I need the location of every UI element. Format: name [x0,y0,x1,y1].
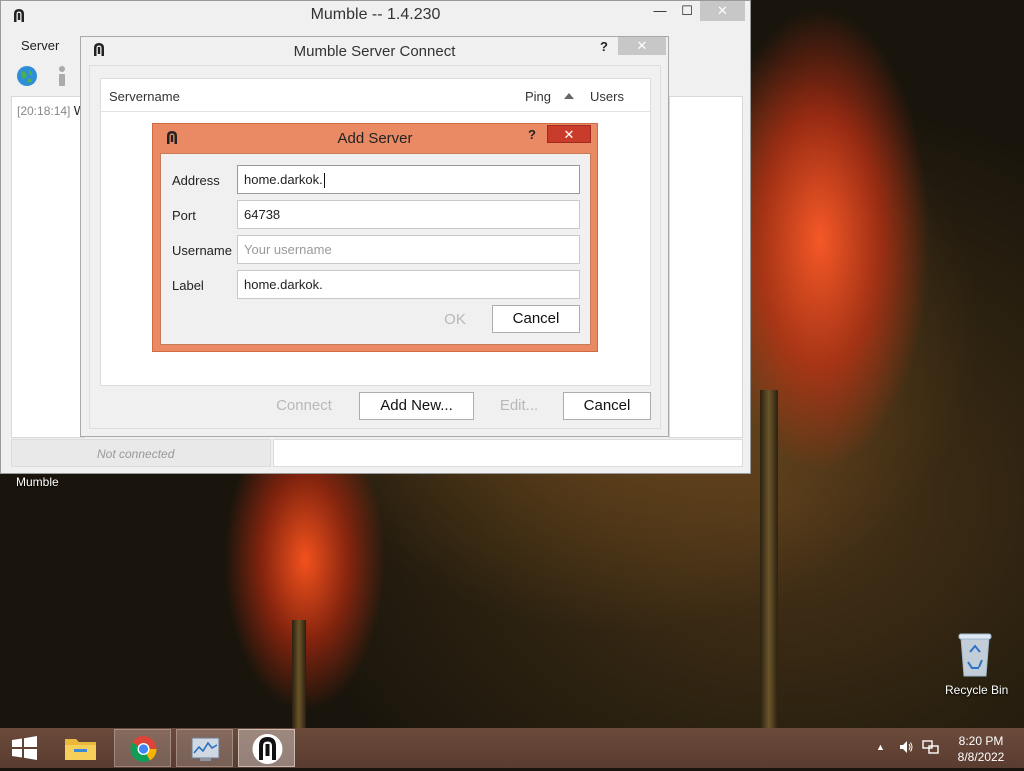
clock-time: 8:20 PM [958,734,1004,748]
address-input[interactable]: home.darkok. [237,165,580,194]
recycle-bin-label[interactable]: Recycle Bin [945,683,1008,697]
add-help-button[interactable]: ? [528,127,536,142]
log-panel: [20:18:14] W [11,96,86,438]
info-icon[interactable] [51,65,73,87]
edit-button[interactable]: Edit... [486,392,552,420]
text-caret [323,173,325,189]
column-servername[interactable]: Servername [109,89,180,104]
help-button[interactable]: ? [600,39,608,54]
log-timestamp: [20:18:14] [17,104,71,118]
sort-ascending-icon [564,93,574,99]
status-right [273,439,743,467]
start-button[interactable] [0,729,50,767]
mumble-desktop-label[interactable]: Mumble [16,475,59,489]
column-users[interactable]: Users [590,89,624,104]
recycle-bin-icon[interactable] [955,632,995,680]
port-input[interactable]: 64738 [237,200,580,229]
system-monitor-icon[interactable] [176,729,233,767]
clock-date: 8/8/2022 [957,750,1005,764]
menu-server[interactable]: Server [21,38,59,53]
label-input[interactable]: home.darkok. [237,270,580,299]
taskbar: ▲ [0,728,1024,768]
volume-icon[interactable] [898,739,914,758]
address-value: home.darkok. [244,172,323,187]
add-close-button[interactable]: ✕ [547,125,591,143]
port-label: Port [172,208,196,223]
address-label: Address [172,173,220,188]
add-cancel-button[interactable]: Cancel [492,305,580,333]
column-ping[interactable]: Ping [525,89,551,104]
ok-button[interactable]: OK [429,306,481,334]
add-new-button[interactable]: Add New... [359,392,474,420]
main-titlebar[interactable]: Mumble -- 1.4.230 — ☐ ✕ [1,1,750,31]
taskbar-clock[interactable]: 8:20 PM 8/8/2022 [948,733,1014,765]
main-window-title: Mumble -- 1.4.230 [310,6,441,23]
label-label: Label [172,278,204,293]
status-left: Not connected [11,439,271,467]
connect-dialog-title: Mumble Server Connect [293,43,456,60]
maximize-button[interactable]: ☐ [671,1,703,21]
username-label: Username [172,243,232,258]
main-close-button[interactable]: ✕ [700,1,745,21]
server-list-header: Servername Ping Users [101,79,650,112]
channel-panel [669,96,743,438]
mumble-taskbar-icon[interactable] [238,729,295,767]
log-entry: [20:18:14] W [17,103,86,118]
add-server-dialog: Add Server ? ✕ Address home.darkok. Port… [152,123,598,352]
status-bar: Not connected [11,439,743,467]
network-icon[interactable] [921,739,939,758]
connect-close-button[interactable]: ✕ [618,37,666,55]
globe-icon[interactable] [16,65,38,87]
file-explorer-icon[interactable] [52,729,109,767]
status-text: Not connected [97,447,175,461]
add-server-form: Address home.darkok. Port 64738 Username… [160,153,591,345]
chrome-icon[interactable] [114,729,171,767]
connect-cancel-button[interactable]: Cancel [563,392,651,420]
tray-chevron-icon[interactable]: ▲ [876,742,885,752]
username-input[interactable]: Your username [237,235,580,264]
connect-button[interactable]: Connect [261,392,347,420]
